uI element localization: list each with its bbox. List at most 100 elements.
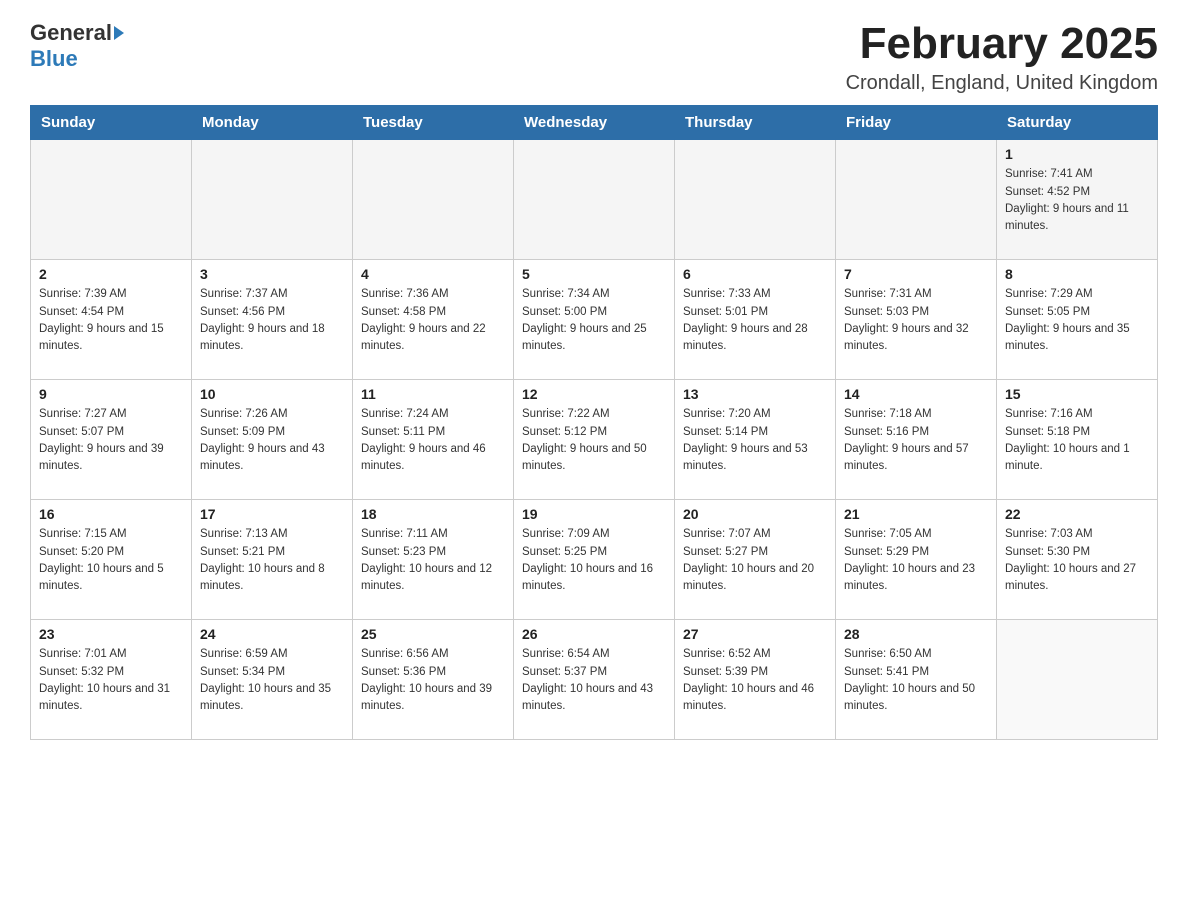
day-number: 4 [361, 266, 505, 282]
calendar-day: 19 Sunrise: 7:09 AMSunset: 5:25 PMDayligh… [514, 500, 675, 620]
day-number: 19 [522, 506, 666, 522]
day-number: 8 [1005, 266, 1149, 282]
calendar-day [514, 140, 675, 260]
day-number: 21 [844, 506, 988, 522]
day-info: Sunrise: 7:13 AMSunset: 5:21 PMDaylight:… [200, 526, 344, 595]
day-number: 10 [200, 386, 344, 402]
calendar-day [353, 140, 514, 260]
calendar-day: 20 Sunrise: 7:07 AMSunset: 5:27 PMDayligh… [675, 500, 836, 620]
day-number: 22 [1005, 506, 1149, 522]
calendar-day: 28 Sunrise: 6:50 AMSunset: 5:41 PMDayligh… [836, 620, 997, 740]
day-info: Sunrise: 7:26 AMSunset: 5:09 PMDaylight:… [200, 406, 344, 475]
weekday-header-row: SundayMondayTuesdayWednesdayThursdayFrid… [31, 106, 1158, 140]
day-info: Sunrise: 7:07 AMSunset: 5:27 PMDaylight:… [683, 526, 827, 595]
calendar-day: 22 Sunrise: 7:03 AMSunset: 5:30 PMDayligh… [997, 500, 1158, 620]
day-info: Sunrise: 7:37 AMSunset: 4:56 PMDaylight:… [200, 286, 344, 355]
calendar-day: 21Sunrise: 7:05 AMSunset: 5:29 PMDayligh… [836, 500, 997, 620]
day-info: Sunrise: 7:24 AMSunset: 5:11 PMDaylight:… [361, 406, 505, 475]
logo-general-text: General [30, 20, 112, 46]
day-info: Sunrise: 7:41 AMSunset: 4:52 PMDaylight:… [1005, 166, 1149, 235]
day-number: 26 [522, 626, 666, 642]
calendar-day: 25 Sunrise: 6:56 AMSunset: 5:36 PMDayligh… [353, 620, 514, 740]
day-info: Sunrise: 6:52 AMSunset: 5:39 PMDaylight:… [683, 646, 827, 715]
calendar-week-row: 1 Sunrise: 7:41 AMSunset: 4:52 PMDaylight… [31, 140, 1158, 260]
calendar-week-row: 2 Sunrise: 7:39 AMSunset: 4:54 PMDaylight… [31, 260, 1158, 380]
day-info: Sunrise: 7:31 AMSunset: 5:03 PMDaylight:… [844, 286, 988, 355]
day-info: Sunrise: 7:11 AMSunset: 5:23 PMDaylight:… [361, 526, 505, 595]
weekday-header-sunday: Sunday [31, 106, 192, 140]
day-info: Sunrise: 7:34 AMSunset: 5:00 PMDaylight:… [522, 286, 666, 355]
day-number: 2 [39, 266, 183, 282]
calendar-day: 15Sunrise: 7:16 AMSunset: 5:18 PMDayligh… [997, 380, 1158, 500]
calendar-day [997, 620, 1158, 740]
calendar-day: 5 Sunrise: 7:34 AMSunset: 5:00 PMDaylight… [514, 260, 675, 380]
calendar-day: 18 Sunrise: 7:11 AMSunset: 5:23 PMDayligh… [353, 500, 514, 620]
weekday-header-thursday: Thursday [675, 106, 836, 140]
day-info: Sunrise: 7:03 AMSunset: 5:30 PMDaylight:… [1005, 526, 1149, 595]
calendar-day: 1 Sunrise: 7:41 AMSunset: 4:52 PMDaylight… [997, 140, 1158, 260]
calendar-day [31, 140, 192, 260]
calendar-day: 3 Sunrise: 7:37 AMSunset: 4:56 PMDaylight… [192, 260, 353, 380]
calendar-table: SundayMondayTuesdayWednesdayThursdayFrid… [30, 105, 1158, 740]
day-number: 27 [683, 626, 827, 642]
calendar-day: 11 Sunrise: 7:24 AMSunset: 5:11 PMDayligh… [353, 380, 514, 500]
calendar-day: 4 Sunrise: 7:36 AMSunset: 4:58 PMDaylight… [353, 260, 514, 380]
day-info: Sunrise: 6:59 AMSunset: 5:34 PMDaylight:… [200, 646, 344, 715]
day-number: 3 [200, 266, 344, 282]
logo-blue-text: Blue [30, 46, 78, 71]
day-info: Sunrise: 7:27 AMSunset: 5:07 PMDaylight:… [39, 406, 183, 475]
weekday-header-monday: Monday [192, 106, 353, 140]
day-number: 1 [1005, 146, 1149, 162]
day-number: 5 [522, 266, 666, 282]
calendar-day: 26 Sunrise: 6:54 AMSunset: 5:37 PMDayligh… [514, 620, 675, 740]
calendar-day: 2 Sunrise: 7:39 AMSunset: 4:54 PMDaylight… [31, 260, 192, 380]
day-number: 16 [39, 506, 183, 522]
day-info: Sunrise: 7:36 AMSunset: 4:58 PMDaylight:… [361, 286, 505, 355]
day-number: 18 [361, 506, 505, 522]
day-info: Sunrise: 6:56 AMSunset: 5:36 PMDaylight:… [361, 646, 505, 715]
calendar-day: 12Sunrise: 7:22 AMSunset: 5:12 PMDayligh… [514, 380, 675, 500]
day-number: 7 [844, 266, 988, 282]
day-number: 28 [844, 626, 988, 642]
day-info: Sunrise: 6:54 AMSunset: 5:37 PMDaylight:… [522, 646, 666, 715]
calendar-week-row: 16 Sunrise: 7:15 AMSunset: 5:20 PMDayligh… [31, 500, 1158, 620]
calendar-title: February 2025 [846, 20, 1158, 68]
day-number: 24 [200, 626, 344, 642]
day-number: 6 [683, 266, 827, 282]
calendar-week-row: 23Sunrise: 7:01 AMSunset: 5:32 PMDayligh… [31, 620, 1158, 740]
calendar-day: 9 Sunrise: 7:27 AMSunset: 5:07 PMDaylight… [31, 380, 192, 500]
weekday-header-tuesday: Tuesday [353, 106, 514, 140]
day-info: Sunrise: 7:20 AMSunset: 5:14 PMDaylight:… [683, 406, 827, 475]
calendar-day: 8Sunrise: 7:29 AMSunset: 5:05 PMDaylight… [997, 260, 1158, 380]
calendar-day: 24 Sunrise: 6:59 AMSunset: 5:34 PMDayligh… [192, 620, 353, 740]
calendar-day: 13 Sunrise: 7:20 AMSunset: 5:14 PMDayligh… [675, 380, 836, 500]
day-info: Sunrise: 6:50 AMSunset: 5:41 PMDaylight:… [844, 646, 988, 715]
weekday-header-friday: Friday [836, 106, 997, 140]
calendar-day: 16 Sunrise: 7:15 AMSunset: 5:20 PMDayligh… [31, 500, 192, 620]
title-block: February 2025 Crondall, England, United … [846, 20, 1158, 95]
day-info: Sunrise: 7:15 AMSunset: 5:20 PMDaylight:… [39, 526, 183, 595]
calendar-day: 14 Sunrise: 7:18 AMSunset: 5:16 PMDayligh… [836, 380, 997, 500]
day-info: Sunrise: 7:39 AMSunset: 4:54 PMDaylight:… [39, 286, 183, 355]
calendar-body: 1 Sunrise: 7:41 AMSunset: 4:52 PMDaylight… [31, 140, 1158, 740]
day-number: 20 [683, 506, 827, 522]
day-number: 14 [844, 386, 988, 402]
day-info: Sunrise: 7:09 AMSunset: 5:25 PMDaylight:… [522, 526, 666, 595]
day-info: Sunrise: 7:22 AMSunset: 5:12 PMDaylight:… [522, 406, 666, 475]
day-number: 9 [39, 386, 183, 402]
calendar-day: 27 Sunrise: 6:52 AMSunset: 5:39 PMDayligh… [675, 620, 836, 740]
calendar-day [675, 140, 836, 260]
page-header: General Blue February 2025 Crondall, Eng… [30, 20, 1158, 95]
calendar-day: 17Sunrise: 7:13 AMSunset: 5:21 PMDayligh… [192, 500, 353, 620]
calendar-day: 10 Sunrise: 7:26 AMSunset: 5:09 PMDayligh… [192, 380, 353, 500]
calendar-location: Crondall, England, United Kingdom [846, 72, 1158, 95]
weekday-header-wednesday: Wednesday [514, 106, 675, 140]
weekday-header-saturday: Saturday [997, 106, 1158, 140]
day-number: 15 [1005, 386, 1149, 402]
calendar-day: 23Sunrise: 7:01 AMSunset: 5:32 PMDayligh… [31, 620, 192, 740]
day-number: 25 [361, 626, 505, 642]
day-info: Sunrise: 7:33 AMSunset: 5:01 PMDaylight:… [683, 286, 827, 355]
day-number: 11 [361, 386, 505, 402]
day-info: Sunrise: 7:18 AMSunset: 5:16 PMDaylight:… [844, 406, 988, 475]
day-number: 13 [683, 386, 827, 402]
